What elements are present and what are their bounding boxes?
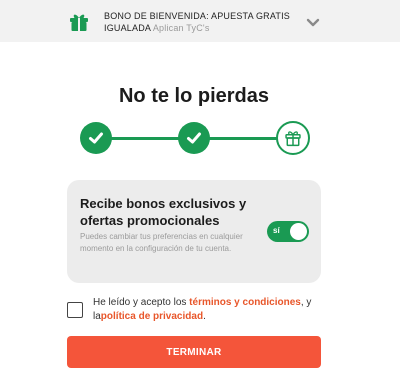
toggle-label: sí xyxy=(273,226,280,235)
consent-text-3: . xyxy=(203,311,206,322)
consent-text-1: He leído y acepto los xyxy=(93,297,190,308)
step-3-current xyxy=(276,121,310,155)
gift-icon xyxy=(285,131,301,147)
page-title: No te lo pierdas xyxy=(118,85,270,107)
check-icon xyxy=(89,132,103,144)
step-1-completed xyxy=(80,122,112,154)
banner-terms[interactable]: Aplican TyC's xyxy=(153,23,210,33)
privacy-link[interactable]: política de privacidad xyxy=(101,311,203,322)
check-icon xyxy=(187,132,201,144)
card-title: Recibe bonos exclusivos y ofertas promoc… xyxy=(80,196,247,228)
promo-toggle[interactable]: sí xyxy=(267,221,309,242)
progress-stepper xyxy=(78,121,310,155)
finish-button[interactable]: TERMINAR xyxy=(67,336,321,368)
step-connector xyxy=(208,137,278,140)
step-2-completed xyxy=(178,122,210,154)
chevron-down-icon[interactable] xyxy=(306,15,320,27)
consent-text: He leído y acepto los términos y condici… xyxy=(93,296,333,324)
terms-checkbox[interactable] xyxy=(67,302,83,318)
promo-consent-card: Recibe bonos exclusivos y ofertas promoc… xyxy=(67,180,321,283)
promo-banner[interactable]: BONO DE BIENVENIDA: APUESTA GRATIS IGUAL… xyxy=(0,0,400,42)
card-description: Puedes cambiar tus preferencias en cualq… xyxy=(80,232,243,253)
gift-icon xyxy=(68,11,90,33)
step-connector xyxy=(108,137,182,140)
toggle-knob xyxy=(290,223,307,240)
banner-text: BONO DE BIENVENIDA: APUESTA GRATIS IGUAL… xyxy=(104,10,304,34)
terms-link[interactable]: términos y condiciones xyxy=(189,297,301,308)
